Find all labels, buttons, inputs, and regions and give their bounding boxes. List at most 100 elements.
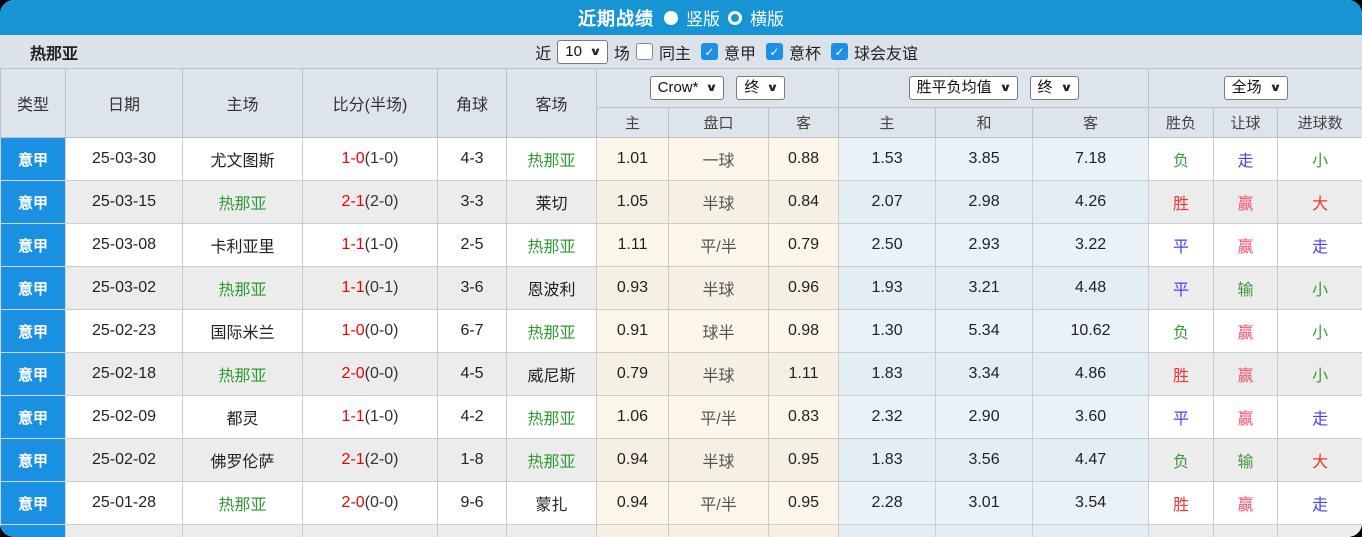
home-team-cell: 罗马 bbox=[183, 525, 303, 537]
col-header-corners: 角球 bbox=[438, 69, 507, 138]
odds-away-cell: 0.95 bbox=[769, 482, 839, 525]
home-team-cell: 热那亚 bbox=[183, 267, 303, 310]
odds-home-cell: 0.94 bbox=[597, 482, 669, 525]
away-team-cell: 热那亚 bbox=[507, 525, 597, 537]
corners-cell: 4-5 bbox=[438, 353, 507, 396]
outcome-cell: 胜 bbox=[1149, 181, 1214, 224]
club-friendly-checkbox[interactable]: ✓ bbox=[831, 43, 848, 60]
radio-horizontal-label[interactable]: 横版 bbox=[750, 5, 784, 30]
sub-header-handicap-result: 让球 bbox=[1214, 108, 1278, 138]
recent-count-select[interactable]: 10 ∨ bbox=[557, 40, 608, 64]
league-cell: 意甲 bbox=[1, 181, 66, 224]
avg-away-cell: 4.48 bbox=[1033, 267, 1149, 310]
odds-home-cell: 0.78 bbox=[597, 525, 669, 537]
avg-company-select[interactable]: 胜平负均值 ∨ bbox=[909, 76, 1018, 100]
home-team-cell: 佛罗伦萨 bbox=[183, 439, 303, 482]
league-cell: 意甲 bbox=[1, 267, 66, 310]
odds-away-cell: 0.79 bbox=[769, 224, 839, 267]
away-team-cell: 威尼斯 bbox=[507, 353, 597, 396]
outcome-cell: 平 bbox=[1149, 396, 1214, 439]
recent-results-widget: 近期战绩 竖版 横版 热那亚 近 10 ∨ 场 同主 ✓ 意甲 ✓ 意杯 ✓ 球… bbox=[0, 0, 1362, 537]
avg-home-cell: 1.48 bbox=[839, 525, 936, 537]
score-cell: 3-1(1-1) bbox=[303, 525, 438, 537]
date-cell: 25-03-30 bbox=[66, 138, 183, 181]
goals-result-cell: 小 bbox=[1278, 353, 1362, 396]
sub-header-avg-draw: 和 bbox=[936, 108, 1033, 138]
avg-group-header: 胜平负均值 ∨ 终 ∨ bbox=[839, 69, 1149, 108]
score-cell: 1-0(1-0) bbox=[303, 138, 438, 181]
outcome-cell: 胜 bbox=[1149, 482, 1214, 525]
coppa-italia-checkbox[interactable]: ✓ bbox=[766, 43, 783, 60]
avg-time-select[interactable]: 终 ∨ bbox=[1030, 76, 1079, 100]
corners-cell: 4-2 bbox=[438, 396, 507, 439]
same-home-checkbox[interactable] bbox=[636, 43, 653, 60]
table-row: 意甲25-03-02热那亚1-1(0-1)3-6恩波利0.93半球0.961.9… bbox=[1, 267, 1362, 310]
odds-time-select[interactable]: 终 ∨ bbox=[736, 76, 785, 100]
handicap-cell: 一球 bbox=[669, 138, 769, 181]
corners-cell: 3-2 bbox=[438, 525, 507, 537]
date-cell: 25-03-08 bbox=[66, 224, 183, 267]
league-cell: 意甲 bbox=[1, 353, 66, 396]
away-team-cell: 热那亚 bbox=[507, 310, 597, 353]
chevron-down-icon: ∨ bbox=[999, 78, 1012, 98]
odds-home-cell: 0.79 bbox=[597, 353, 669, 396]
away-team-cell: 恩波利 bbox=[507, 267, 597, 310]
coppa-italia-label: 意杯 bbox=[789, 40, 821, 64]
goals-result-cell: 走 bbox=[1278, 396, 1362, 439]
corners-cell: 1-8 bbox=[438, 439, 507, 482]
date-cell: 25-03-15 bbox=[66, 181, 183, 224]
avg-away-cell: 4.26 bbox=[1033, 181, 1149, 224]
table-row: 意甲25-01-28热那亚2-0(0-0)9-6蒙扎0.94平/半0.952.2… bbox=[1, 482, 1362, 525]
games-label: 场 bbox=[614, 40, 630, 64]
score-cell: 2-0(0-0) bbox=[303, 482, 438, 525]
score-cell: 2-1(2-0) bbox=[303, 181, 438, 224]
date-cell: 25-02-09 bbox=[66, 396, 183, 439]
outcome-cell: 胜 bbox=[1149, 353, 1214, 396]
handicap-result-cell: 赢 bbox=[1214, 181, 1278, 224]
serie-a-checkbox[interactable]: ✓ bbox=[701, 43, 718, 60]
league-cell: 意甲 bbox=[1, 525, 66, 537]
avg-draw-cell: 3.85 bbox=[936, 138, 1033, 181]
avg-draw-cell: 3.21 bbox=[936, 267, 1033, 310]
table-body: 意甲25-03-30尤文图斯1-0(1-0)4-3热那亚1.01一球0.881.… bbox=[1, 138, 1362, 537]
layout-radio-group: 竖版 横版 bbox=[664, 5, 784, 30]
sub-header-outcome: 胜负 bbox=[1149, 108, 1214, 138]
scope-select[interactable]: 全场 ∨ bbox=[1224, 76, 1288, 100]
outcome-cell: 平 bbox=[1149, 224, 1214, 267]
sub-header-odds-away: 客 bbox=[769, 108, 839, 138]
date-cell: 25-02-02 bbox=[66, 439, 183, 482]
avg-home-cell: 2.32 bbox=[839, 396, 936, 439]
date-cell: 25-02-18 bbox=[66, 353, 183, 396]
handicap-result-cell: 走 bbox=[1214, 138, 1278, 181]
radio-vertical-layout[interactable] bbox=[664, 11, 678, 25]
serie-a-label: 意甲 bbox=[724, 40, 756, 64]
avg-away-cell: 3.22 bbox=[1033, 224, 1149, 267]
table-row: 意甲25-02-09都灵1-1(1-0)4-2热那亚1.06平/半0.832.3… bbox=[1, 396, 1362, 439]
outcome-cell: 负 bbox=[1149, 439, 1214, 482]
score-cell: 1-1(1-0) bbox=[303, 396, 438, 439]
col-header-date: 日期 bbox=[66, 69, 183, 138]
odds-home-cell: 0.94 bbox=[597, 439, 669, 482]
odds-away-cell: 1.12 bbox=[769, 525, 839, 537]
corners-cell: 4-3 bbox=[438, 138, 507, 181]
odds-home-cell: 1.11 bbox=[597, 224, 669, 267]
outcome-cell: 负 bbox=[1149, 525, 1214, 537]
handicap-cell: 半球 bbox=[669, 181, 769, 224]
table-row: 意甲25-02-23国际米兰1-0(0-0)6-7热那亚0.91球半0.981.… bbox=[1, 310, 1362, 353]
scope-group-header: 全场 ∨ bbox=[1149, 69, 1362, 108]
radio-horizontal-layout[interactable] bbox=[728, 11, 742, 25]
avg-home-cell: 2.28 bbox=[839, 482, 936, 525]
goals-result-cell: 走 bbox=[1278, 482, 1362, 525]
handicap-result-cell: 赢 bbox=[1214, 353, 1278, 396]
avg-draw-cell: 2.98 bbox=[936, 181, 1033, 224]
radio-vertical-label[interactable]: 竖版 bbox=[686, 5, 720, 30]
corners-cell: 9-6 bbox=[438, 482, 507, 525]
avg-away-cell: 3.60 bbox=[1033, 396, 1149, 439]
topbar: 近期战绩 竖版 横版 bbox=[0, 0, 1362, 35]
avg-home-cell: 2.50 bbox=[839, 224, 936, 267]
odds-company-select[interactable]: Crow* ∨ bbox=[650, 76, 725, 100]
league-cell: 意甲 bbox=[1, 310, 66, 353]
goals-result-cell: 小 bbox=[1278, 310, 1362, 353]
avg-home-cell: 1.93 bbox=[839, 267, 936, 310]
results-table: 类型 日期 主场 比分(半场) 角球 客场 Crow* ∨ 终 ∨ bbox=[0, 68, 1362, 537]
